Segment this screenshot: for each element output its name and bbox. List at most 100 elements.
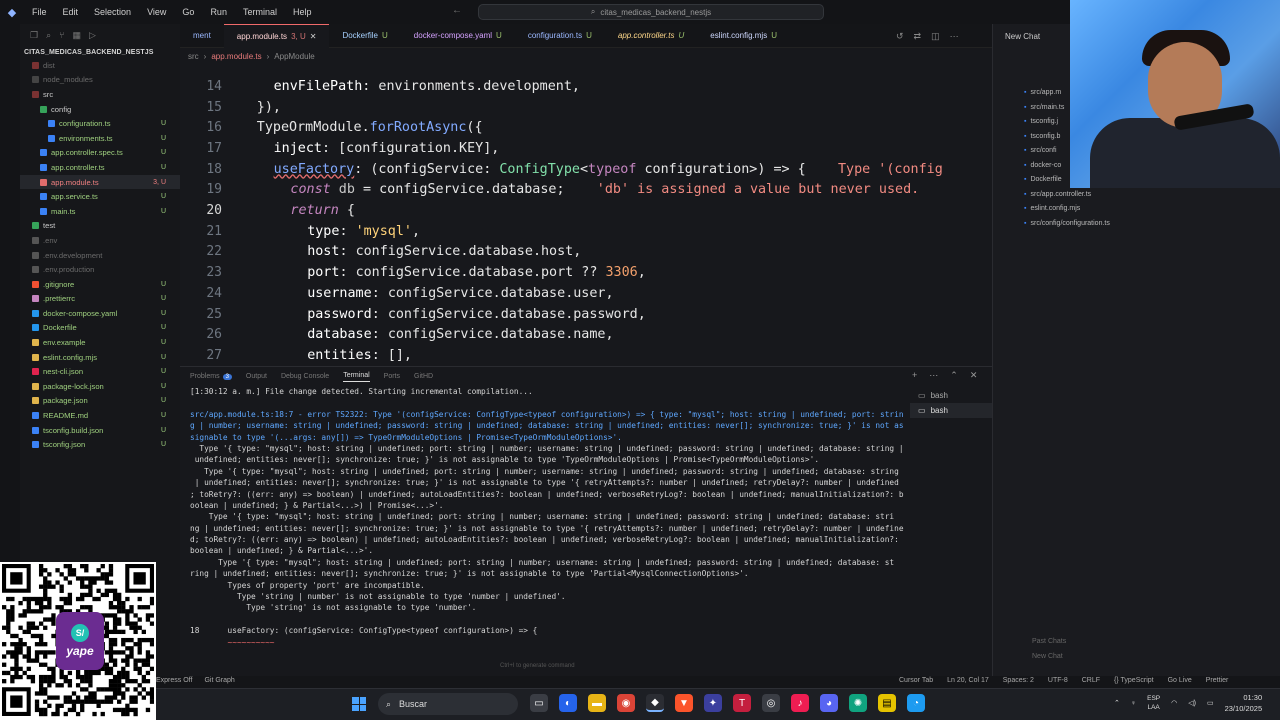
battery-icon[interactable]: ▭: [1207, 699, 1214, 707]
sidebar-item[interactable]: tsconfig.json U: [20, 437, 180, 452]
sidebar-item[interactable]: app.controller.spec.ts U: [20, 146, 180, 161]
task-view-icon[interactable]: ▭: [530, 694, 548, 712]
git-graph-button[interactable]: Git Graph: [204, 677, 234, 684]
new-chat-tab[interactable]: New Chat: [1005, 32, 1040, 41]
eol-status[interactable]: CRLF: [1082, 677, 1100, 684]
maximize-panel-icon[interactable]: ⌃: [950, 370, 958, 381]
sidebar-item[interactable]: Dockerfile U: [20, 321, 180, 336]
discord-icon[interactable]: ◕: [820, 694, 838, 712]
tab-githd[interactable]: GitHD: [414, 373, 433, 380]
copilot-icon[interactable]: ◐: [559, 694, 577, 712]
editor-tab[interactable]: app.module.ts 3, U ✕: [223, 23, 330, 48]
terminal-item[interactable]: ▭ bash: [910, 388, 992, 403]
app-icon[interactable]: ✦: [704, 694, 722, 712]
history-icon[interactable]: ↺: [896, 31, 904, 42]
tab-output[interactable]: Output: [246, 373, 267, 380]
sidebar-item[interactable]: app.service.ts U: [20, 189, 180, 204]
sidebar-item[interactable]: environments.ts U: [20, 131, 180, 146]
sidebar-item[interactable]: .gitignore U: [20, 277, 180, 292]
menu-file[interactable]: File: [24, 7, 55, 17]
tab-ports[interactable]: Ports: [384, 373, 400, 380]
sidebar-item[interactable]: package-lock.json U: [20, 379, 180, 394]
encoding-status[interactable]: UTF-8: [1048, 677, 1068, 684]
close-tab-icon[interactable]: ✕: [310, 32, 317, 41]
chat-file-item[interactable]: ▪ src/config/configuration.ts: [1024, 217, 1110, 232]
breadcrumb-file[interactable]: app.module.ts: [211, 52, 261, 61]
sidebar-item[interactable]: env.example U: [20, 335, 180, 350]
menu-run[interactable]: Run: [202, 7, 235, 17]
editor-tab[interactable]: docker-compose.yaml U: [401, 24, 515, 48]
sidebar-item[interactable]: .env.production: [20, 262, 180, 277]
tiktok-icon[interactable]: ♪: [791, 694, 809, 712]
go-live-button[interactable]: Go Live: [1168, 677, 1192, 684]
project-title[interactable]: CITAS_MEDICAS_BACKEND_NESTJS: [20, 46, 180, 58]
sidebar-item[interactable]: tsconfig.build.json U: [20, 423, 180, 438]
chat-file-item[interactable]: ▪ eslint.config.mjs: [1024, 202, 1110, 217]
extensions-icon[interactable]: ▦: [73, 30, 82, 41]
sidebar-item[interactable]: docker-compose.yaml U: [20, 306, 180, 321]
sidebar-item[interactable]: eslint.config.mjs U: [20, 350, 180, 365]
run-debug-icon[interactable]: ▷: [89, 30, 96, 41]
more-actions-icon[interactable]: ⋯: [950, 31, 959, 42]
code-editor[interactable]: 14 envFilePath: environments.development,…: [180, 64, 992, 366]
sidebar-item[interactable]: .env: [20, 233, 180, 248]
add-terminal-icon[interactable]: +: [912, 370, 917, 381]
cursor-tab-status[interactable]: Cursor Tab: [899, 677, 933, 684]
clock[interactable]: 01:30 23/10/2025: [1225, 692, 1263, 714]
chevron-up-icon[interactable]: ⌃: [1114, 699, 1120, 707]
editor-tab[interactable]: eslint.config.mjs U: [697, 24, 790, 48]
sidebar-item[interactable]: configuration.ts U: [20, 116, 180, 131]
command-center[interactable]: ⌕ citas_medicas_backend_nestjs: [478, 4, 824, 20]
chrome-icon[interactable]: ◉: [617, 694, 635, 712]
brave-icon[interactable]: ▼: [675, 694, 693, 712]
volume-icon[interactable]: ◁): [1188, 699, 1196, 707]
wifi-icon[interactable]: ◠: [1171, 699, 1177, 707]
language-indicator[interactable]: ESP LAA: [1147, 694, 1160, 712]
sidebar-item[interactable]: .env.development: [20, 248, 180, 263]
sidebar-item[interactable]: README.md U: [20, 408, 180, 423]
tab-terminal[interactable]: Terminal: [343, 372, 370, 382]
file-explorer-icon[interactable]: ▬: [588, 694, 606, 712]
app-icon[interactable]: ◔: [907, 694, 925, 712]
tab-problems[interactable]: Problems 3: [190, 373, 232, 380]
sidebar-item[interactable]: nest-cli.json U: [20, 364, 180, 379]
github-desktop-icon[interactable]: ◎: [762, 694, 780, 712]
tab-debug-console[interactable]: Debug Console: [281, 373, 329, 380]
more-icon[interactable]: ⋯: [929, 370, 938, 381]
search-icon[interactable]: ⌕: [46, 30, 51, 41]
sidebar-item[interactable]: node_modules: [20, 73, 180, 88]
breadcrumb-symbol[interactable]: AppModule: [274, 52, 314, 61]
cursor-editor-icon[interactable]: ◆: [646, 694, 664, 712]
files-icon[interactable]: ❐: [30, 30, 38, 41]
taskbar-search[interactable]: ⌕ Buscar: [378, 693, 518, 715]
notes-icon[interactable]: ▤: [878, 694, 896, 712]
typeform-icon[interactable]: T: [733, 694, 751, 712]
editor-tab[interactable]: configuration.ts U: [515, 24, 605, 48]
menu-help[interactable]: Help: [285, 7, 320, 17]
sidebar-item[interactable]: .prettierrc U: [20, 292, 180, 307]
windows-start-icon[interactable]: [352, 697, 366, 711]
menu-edit[interactable]: Edit: [55, 7, 87, 17]
prettier-status[interactable]: Prettier: [1206, 677, 1229, 684]
split-editor-icon[interactable]: ◫: [931, 31, 940, 42]
terminal-output[interactable]: [1:30:12 a. m.] File change detected. St…: [180, 386, 910, 676]
new-chat-link[interactable]: New Chat: [1032, 649, 1066, 664]
menu-go[interactable]: Go: [174, 7, 202, 17]
breadcrumb-src[interactable]: src: [188, 52, 199, 61]
source-control-icon[interactable]: ⑂: [59, 30, 64, 40]
compare-icon[interactable]: ⇄: [914, 31, 922, 42]
sidebar-item[interactable]: dist: [20, 58, 180, 73]
editor-tab[interactable]: app.controller.ts U: [605, 24, 697, 48]
express-status[interactable]: Express Off: [156, 677, 192, 684]
microphone-icon[interactable]: ♀: [1131, 700, 1136, 707]
chat-file-item[interactable]: ▪ src/app.controller.ts: [1024, 188, 1110, 203]
editor-tab[interactable]: Dockerfile U: [329, 24, 400, 48]
back-arrow-icon[interactable]: ←: [452, 5, 462, 16]
sidebar-item[interactable]: config: [20, 102, 180, 117]
language-mode[interactable]: {} TypeScript: [1114, 677, 1154, 684]
indentation-status[interactable]: Spaces: 2: [1003, 677, 1034, 684]
menu-terminal[interactable]: Terminal: [235, 7, 285, 17]
sidebar-item[interactable]: test: [20, 219, 180, 234]
past-chats-link[interactable]: Past Chats: [1032, 634, 1066, 649]
sidebar-item[interactable]: app.module.ts 3, U: [20, 174, 180, 190]
